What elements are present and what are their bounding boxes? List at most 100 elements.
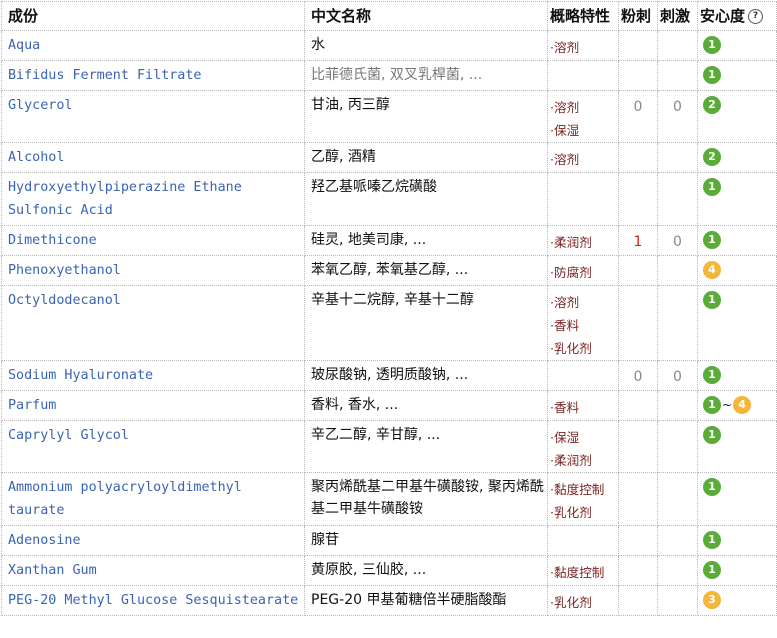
header-acne[interactable]: 粉刺 <box>618 1 658 31</box>
acne-cell <box>618 555 658 586</box>
property-tag: 黏度控制 <box>550 478 618 501</box>
ingredient-link[interactable]: Sodium Hyaluronate <box>8 368 153 383</box>
table-row: Octyldodecanol 辛基十二烷醇, 辛基十二醇溶剂香料乳化剂 1 <box>1 285 777 361</box>
irritation-cell <box>657 555 698 586</box>
property-tag: 溶剂 <box>550 36 618 59</box>
table-row: Caprylyl Glycol 辛乙二醇, 辛甘醇, ...保湿柔润剂 1 <box>1 420 777 473</box>
acne-cell <box>618 585 658 616</box>
ingredient-cell: Octyldodecanol <box>1 285 305 361</box>
safety-badge: 1 <box>703 66 721 84</box>
ingredient-link[interactable]: Ammonium polyacryloyldimethyl taurate <box>8 480 242 518</box>
ingredient-link[interactable]: Adenosine <box>8 533 81 548</box>
chinese-name-cell: 香料, 香水, ... <box>304 390 548 421</box>
property-tag: 溶剂 <box>550 96 618 119</box>
irritation-cell: 0 <box>657 90 698 143</box>
acne-cell <box>618 142 658 173</box>
safety-badge: 1 <box>703 478 721 496</box>
table-row: Hydroxyethylpiperazine Ethane Sulfonic A… <box>1 172 777 226</box>
property-tag: 黏度控制 <box>550 561 618 584</box>
safety-cell: 1 <box>697 285 777 361</box>
irritation-cell <box>657 472 698 526</box>
safety-cell: 4 <box>697 255 777 286</box>
properties-cell <box>547 60 619 91</box>
safety-badge: 2 <box>703 148 721 166</box>
properties-cell: 黏度控制 <box>547 555 619 586</box>
ingredient-cell: Ammonium polyacryloyldimethyl taurate <box>1 472 305 526</box>
ingredient-link[interactable]: Parfum <box>8 398 56 413</box>
header-irritation[interactable]: 刺激 <box>657 1 698 31</box>
header-properties[interactable]: 概略特性 <box>547 1 619 31</box>
acne-cell <box>618 525 658 556</box>
header-safety[interactable]: 安心度? <box>697 1 777 31</box>
table-row: Ammonium polyacryloyldimethyl taurate 聚丙烯… <box>1 472 777 526</box>
acne-cell <box>618 172 658 226</box>
safety-badge: 1 <box>703 36 721 54</box>
safety-cell: 1 <box>697 172 777 226</box>
properties-cell: 溶剂 <box>547 30 619 61</box>
acne-cell: 0 <box>618 90 658 143</box>
header-ingredient[interactable]: 成份 <box>1 1 305 31</box>
ingredient-link[interactable]: PEG-20 Methyl Glucose Sesquistearate <box>8 593 298 608</box>
irritation-cell <box>657 142 698 173</box>
property-tag: 溶剂 <box>550 291 618 314</box>
ingredient-link[interactable]: Xanthan Gum <box>8 563 97 578</box>
property-tag: 乳化剂 <box>550 591 618 614</box>
properties-cell: 保湿柔润剂 <box>547 420 619 473</box>
ingredient-link[interactable]: Aqua <box>8 38 40 53</box>
ingredient-link[interactable]: Bifidus Ferment Filtrate <box>8 68 201 83</box>
ingredient-link[interactable]: Alcohol <box>8 150 64 165</box>
chinese-name-cell: 乙醇, 酒精 <box>304 142 548 173</box>
safety-badge: 1 <box>703 531 721 549</box>
table-row: Dimethicone硅灵, 地美司康, ...柔润剂101 <box>1 225 777 256</box>
table-row: Glycerol甘油, 丙三醇溶剂保湿002 <box>1 90 777 143</box>
properties-cell: 香料 <box>547 390 619 421</box>
ingredient-cell: Bifidus Ferment Filtrate <box>1 60 305 91</box>
ingredient-link[interactable]: Dimethicone <box>8 233 97 248</box>
property-tag: 保湿 <box>550 426 618 449</box>
property-tag: 防腐剂 <box>550 261 618 284</box>
chinese-name-cell: 聚丙烯酰基二甲基牛磺酸铵, 聚丙烯酰基二甲基牛磺酸铵 <box>304 472 548 526</box>
property-tag: 柔润剂 <box>550 231 618 254</box>
ingredient-link[interactable]: Hydroxyethylpiperazine Ethane Sulfonic A… <box>8 180 242 218</box>
acne-cell: 0 <box>618 360 658 391</box>
safety-cell: 2 <box>697 142 777 173</box>
irritation-cell <box>657 255 698 286</box>
irritation-cell <box>657 585 698 616</box>
irritation-cell <box>657 525 698 556</box>
irritation-cell <box>657 60 698 91</box>
help-icon[interactable]: ? <box>748 9 764 24</box>
acne-cell <box>618 285 658 361</box>
ingredient-cell: Aqua <box>1 30 305 61</box>
ingredient-link[interactable]: Phenoxyethanol <box>8 263 121 278</box>
properties-cell: 乳化剂 <box>547 585 619 616</box>
acne-cell <box>618 30 658 61</box>
safety-range-separator: ~ <box>722 398 733 412</box>
properties-cell: 溶剂 <box>547 142 619 173</box>
safety-cell: 1 <box>697 472 777 526</box>
safety-badge: 1 <box>703 561 721 579</box>
ingredient-link[interactable]: Glycerol <box>8 98 73 113</box>
properties-cell <box>547 172 619 226</box>
ingredient-link[interactable]: Octyldodecanol <box>8 293 121 308</box>
ingredient-cell: Glycerol <box>1 90 305 143</box>
properties-cell <box>547 525 619 556</box>
acne-cell <box>618 390 658 421</box>
safety-badge: 2 <box>703 96 721 114</box>
safety-cell: 3 <box>697 585 777 616</box>
chinese-name-cell: 苯氧乙醇, 苯氧基乙醇, ... <box>304 255 548 286</box>
table-row: Aqua 水溶剂 1 <box>1 30 777 61</box>
safety-cell: 1 <box>697 555 777 586</box>
property-tag: 乳化剂 <box>550 501 618 524</box>
header-chinese-name[interactable]: 中文名称 <box>304 1 548 31</box>
chinese-name-cell: 羟乙基哌嗪乙烷磺酸 <box>304 172 548 226</box>
ingredient-cell: Sodium Hyaluronate <box>1 360 305 391</box>
property-tag: 香料 <box>550 314 618 337</box>
table-row: Alcohol 乙醇, 酒精溶剂 2 <box>1 142 777 173</box>
safety-cell: 1 <box>697 30 777 61</box>
ingredient-link[interactable]: Caprylyl Glycol <box>8 428 129 443</box>
safety-badge: 1 <box>703 178 721 196</box>
table-row: Phenoxyethanol 苯氧乙醇, 苯氧基乙醇, ...防腐剂 4 <box>1 255 777 286</box>
header-safety-label: 安心度 <box>700 7 746 25</box>
safety-cell: 1 ~4 <box>697 390 777 421</box>
irritation-cell: 0 <box>657 225 698 256</box>
